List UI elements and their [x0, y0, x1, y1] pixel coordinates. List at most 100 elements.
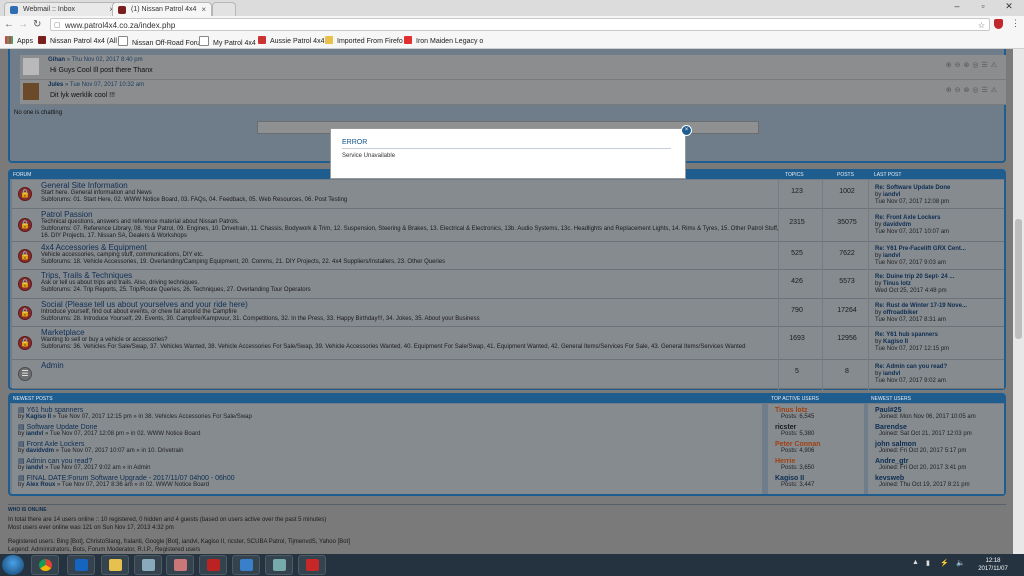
top-user-name[interactable]: Herrie — [775, 458, 814, 465]
taskbar-app[interactable] — [166, 555, 194, 575]
bookmark-apps[interactable]: Apps — [5, 36, 33, 47]
close-dialog-icon[interactable]: × — [681, 125, 692, 136]
new-tab-button[interactable] — [212, 2, 236, 16]
last-post-date: Tue Nov 07, 2017 12:08 pm — [875, 199, 950, 205]
forum-subforums[interactable]: Subforums: 36. Vehicles For Sale/Swap, 3… — [41, 344, 781, 351]
taskbar-explorer[interactable] — [101, 555, 129, 575]
newest-post-user[interactable]: iandvl — [26, 465, 43, 471]
bookmark-item[interactable]: Nissan Off-Road Foru — [118, 36, 200, 49]
newest-post-user[interactable]: Alex Roux — [26, 482, 55, 488]
newest-post-title[interactable]: ▤ Software Update Done — [18, 424, 200, 431]
forum-title[interactable]: Admin — [41, 361, 64, 370]
chat-user[interactable]: Gihan — [48, 57, 65, 63]
newest-post-user[interactable]: davidvdm — [26, 448, 54, 454]
forum-subforums[interactable]: Subforums: 24. Trip Reports, 25. Trip/Ro… — [41, 287, 781, 294]
close-tab-icon[interactable]: × — [201, 3, 206, 16]
minimize-icon[interactable]: – — [944, 0, 970, 14]
taskbar-app[interactable] — [265, 555, 293, 575]
tab-webmail[interactable]: Webmail :: Inbox × — [4, 2, 120, 16]
tray-network-icon[interactable]: ▮ — [926, 559, 930, 567]
last-post-user[interactable]: Kagiso II — [883, 339, 908, 345]
forum-title[interactable]: Marketplace — [41, 328, 85, 337]
forum-subforums[interactable]: Subforums: 18. Vehicle Accessories, 19. … — [41, 259, 781, 266]
forum-title[interactable]: 4x4 Accessories & Equipment — [41, 243, 147, 252]
forum-topics: 790 — [791, 307, 803, 314]
chat-user[interactable]: Jules — [48, 82, 63, 88]
bookmark-star-icon[interactable]: ☆ — [978, 19, 985, 32]
forum-title[interactable]: Social (Please tell us about yourselves … — [41, 300, 248, 309]
forum-title[interactable]: Trips, Trails & Techniques — [41, 271, 132, 280]
reload-icon[interactable]: ↻ — [33, 19, 41, 31]
last-post-user[interactable]: iandvl — [883, 371, 900, 377]
newest-post-user[interactable]: Kagiso II — [26, 414, 51, 420]
start-button[interactable] — [2, 555, 24, 575]
newest-post-title[interactable]: ▤ Front Axle Lockers — [18, 441, 183, 448]
last-post-user[interactable]: davidvdm — [883, 222, 911, 228]
last-post-title[interactable]: Re: Rust de Winter 17-19 Nove... — [875, 303, 967, 310]
newest-post-title[interactable]: ▤ FINAL DATE:Forum Software Upgrade - 20… — [18, 475, 235, 482]
bookmark-item[interactable]: Nissan Patrol 4x4 (All — [38, 36, 117, 47]
bookmark-item[interactable]: Imported From Firefo — [325, 36, 403, 47]
bookmark-item[interactable]: My Patrol 4x4 — [199, 36, 256, 49]
forum-subforums[interactable]: Subforums: 28. Introduce Yourself, 29. E… — [41, 316, 781, 323]
last-post-user[interactable]: iandvl — [883, 253, 900, 259]
chat-action-icons[interactable]: ⊕⊖⊗◎☰⚠ — [946, 86, 1000, 94]
extension-shield-icon[interactable] — [994, 19, 1003, 29]
newest-posts-header: NEWEST POSTS — [13, 396, 53, 402]
back-icon[interactable]: ← — [4, 19, 14, 31]
who-online-users[interactable]: Registered users: Bing [Bot], ChristoSla… — [8, 539, 350, 545]
tray-volume-icon[interactable]: 🔈 — [956, 559, 965, 567]
last-post-title[interactable]: Re: Y61 hub spanners — [875, 332, 949, 339]
top-user-name[interactable]: ricster — [775, 424, 814, 431]
last-post-title[interactable]: Re: Duine trip 20 Sept- 24 ... — [875, 274, 954, 281]
url-input[interactable]: ▢ www.patrol4x4.co.za/index.php ☆ — [50, 18, 990, 31]
top-user-name[interactable]: Tinus lotz — [775, 407, 814, 414]
bookmark-item[interactable]: Aussie Patrol 4x4 — [258, 36, 324, 47]
forum-subforums[interactable]: Subforums: 01. Start Here, 02. WWW Notic… — [41, 197, 781, 204]
forum-subforums[interactable]: Subforums: 07. Reference Library, 08. Yo… — [41, 226, 781, 240]
newest-user-name[interactable]: Andre_gtr — [875, 458, 966, 465]
forum-title[interactable]: Patrol Passion — [41, 210, 93, 219]
newest-user-name[interactable]: kevsweb — [875, 475, 970, 482]
last-post-date: Tue Nov 07, 2017 8:31 am — [875, 317, 946, 323]
last-post-title[interactable]: Re: Front Axle Lockers — [875, 215, 949, 222]
top-user-posts: Posts: 6,545 — [781, 414, 815, 420]
forum-row: ☰ Admin 5 8 Re: Admin can you read? by ia… — [12, 360, 1004, 389]
maximize-icon[interactable]: ▫ — [970, 0, 996, 14]
last-post-title[interactable]: Re: Admin can you read? — [875, 364, 947, 371]
last-post-title[interactable]: Re: Y61 Pre-Facelift GRX Cent... — [875, 246, 966, 253]
top-user-name[interactable]: Peter Connan — [775, 441, 821, 448]
taskbar-app[interactable] — [199, 555, 227, 575]
site-favicon-icon — [38, 36, 46, 44]
taskbar-app[interactable] — [134, 555, 162, 575]
last-post-user[interactable]: iandvl — [883, 192, 900, 198]
page-scrollbar[interactable] — [1013, 49, 1024, 554]
newest-user-name[interactable]: john salmon — [875, 441, 966, 448]
close-window-icon[interactable]: ✕ — [996, 0, 1022, 14]
forward-icon[interactable]: → — [18, 19, 28, 31]
newest-user-name[interactable]: Barendse — [875, 424, 972, 431]
who-online-total: In total there are 14 users online :: 10… — [8, 517, 327, 523]
scrollbar-thumb[interactable] — [1015, 219, 1022, 339]
forum-posts: 17264 — [837, 307, 857, 314]
tray-arrow-icon[interactable]: ▲ — [912, 559, 919, 566]
taskbar-acrobat[interactable] — [298, 555, 326, 575]
tray-power-icon[interactable]: ⚡ — [940, 559, 949, 567]
top-user-name[interactable]: Kagiso II — [775, 475, 814, 482]
menu-icon[interactable]: ⋮ — [1011, 18, 1020, 29]
last-post-user[interactable]: offroadbiker — [883, 310, 918, 316]
newest-post-title[interactable]: ▤ Admin can you read? — [18, 458, 150, 465]
chat-action-icons[interactable]: ⊕⊖⊗◎☰⚠ — [946, 61, 1000, 69]
newest-user-name[interactable]: Paul#25 — [875, 407, 976, 414]
newest-post-title[interactable]: ▤ Y61 hub spanners — [18, 407, 252, 414]
newest-post-user[interactable]: iandvl — [26, 431, 43, 437]
system-clock[interactable]: 12:18 2017/11/07 — [972, 557, 1014, 573]
taskbar-chrome[interactable] — [31, 555, 59, 575]
bookmark-item[interactable]: Iron Maiden Legacy o — [404, 36, 483, 47]
taskbar-outlook[interactable] — [67, 555, 95, 575]
taskbar-app[interactable] — [232, 555, 260, 575]
forum-title[interactable]: General Site Information — [41, 181, 128, 190]
last-post-title[interactable]: Re: Software Update Done — [875, 185, 950, 192]
last-post-user[interactable]: Tinus lotz — [883, 281, 911, 287]
tab-patrol[interactable]: (1) Nissan Patrol 4x4 × — [112, 2, 212, 16]
